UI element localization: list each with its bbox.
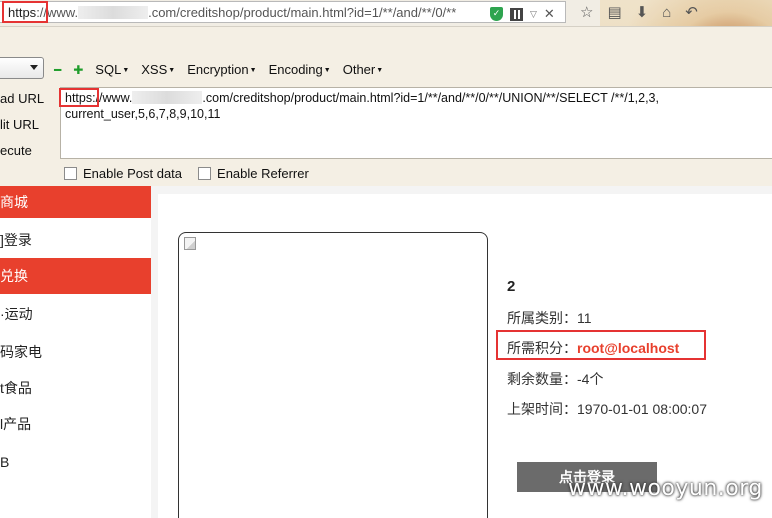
address-bar-icons: ✓ ▽ ✕ [490, 6, 555, 22]
menu-encryption[interactable]: Encryption▼ [187, 62, 256, 77]
star-icon[interactable]: ☆ [580, 3, 593, 21]
menu-other[interactable]: Other▼ [343, 62, 383, 77]
sidebar-item-appliances[interactable]: 码家电 [0, 334, 151, 370]
qr-code-icon[interactable] [510, 7, 523, 21]
download-icon[interactable]: ⬇ [636, 3, 649, 21]
close-icon[interactable]: ✕ [544, 6, 555, 22]
watermark: www.wooyun.org [568, 476, 763, 501]
back-icon[interactable]: ↶ [685, 3, 698, 21]
product-category: 所属类别：11 [507, 310, 592, 326]
highlight-url-scheme [2, 1, 48, 23]
product-detail: 2 所属类别：11 所需积分：root@localhost 剩余数量：-4个 上… [158, 194, 772, 518]
zoom-out-icon[interactable]: ━ [54, 63, 61, 77]
sidebar-item-mall[interactable]: 商城 [0, 186, 151, 218]
hackbar-url-textarea[interactable]: https://www. .com/creditshop/product/main… [60, 87, 772, 159]
sidebar-item-food[interactable]: t食品 [0, 370, 151, 406]
split-url-button[interactable]: lit URL [0, 117, 39, 132]
sidebar-item-exchange[interactable]: 兑换 [0, 258, 151, 294]
highlight-textarea-scheme [59, 88, 99, 107]
enable-referrer-checkbox[interactable]: Enable Referrer [198, 166, 309, 181]
home-icon[interactable]: ⌂ [662, 4, 671, 21]
product-title: 2 [507, 278, 516, 295]
enable-post-checkbox[interactable]: Enable Post data [64, 166, 182, 181]
load-url-button[interactable]: ad URL [0, 91, 44, 106]
shield-icon[interactable]: ✓ [490, 7, 503, 21]
web-page: 商城 ]登录 兑换 ·运动 码家电 t食品 l产品 B 2 所属类别：11 所需… [0, 186, 772, 518]
chevron-down-icon [30, 65, 38, 70]
highlight-points [496, 330, 706, 360]
sidebar-item-login[interactable]: ]登录 [0, 222, 151, 258]
sidebar-item-sports[interactable]: ·运动 [0, 296, 151, 332]
zoom-in-icon[interactable]: ✚ [73, 63, 83, 77]
product-image [178, 232, 488, 518]
execute-button[interactable]: ecute [0, 143, 32, 158]
hackbar-menu: ━ ✚ SQL▼ XSS▼ Encryption▼ Encoding▼ Othe… [54, 62, 383, 77]
hackbar-panel: ━ ✚ SQL▼ XSS▼ Encryption▼ Encoding▼ Othe… [0, 26, 772, 186]
hackbar-select[interactable] [0, 57, 44, 79]
textarea-content: https://www. .com/creditshop/product/main… [65, 91, 659, 121]
broken-image-icon [184, 237, 196, 250]
address-text: https://www. .com/creditshop/product/main… [8, 5, 457, 20]
redacted-domain [132, 91, 203, 104]
menu-xss[interactable]: XSS▼ [141, 62, 175, 77]
sidebar-item-other[interactable]: B [0, 444, 151, 480]
menu-encoding[interactable]: Encoding▼ [269, 62, 331, 77]
browser-toolbar: https://www. .com/creditshop/product/main… [0, 0, 772, 160]
redacted-domain [78, 6, 149, 19]
hackbar-options: Enable Post data Enable Referrer [64, 166, 309, 181]
product-stock: 剩余数量：-4个 [507, 371, 604, 387]
category-sidebar: 商城 ]登录 兑换 ·运动 码家电 t食品 l产品 B [0, 186, 151, 518]
menu-sql[interactable]: SQL▼ [95, 62, 129, 77]
reader-icon[interactable]: ▤ [607, 3, 621, 21]
sidebar-item-products[interactable]: l产品 [0, 406, 151, 442]
dropdown-arrow-icon[interactable]: ▽ [530, 9, 537, 20]
product-date: 上架时间：1970-01-01 08:00:07 [507, 401, 707, 417]
address-bar[interactable]: https://www. .com/creditshop/product/main… [0, 1, 566, 23]
browser-nav-icons: ☆ ▤ ⬇ ⌂ ↶ [580, 3, 698, 22]
